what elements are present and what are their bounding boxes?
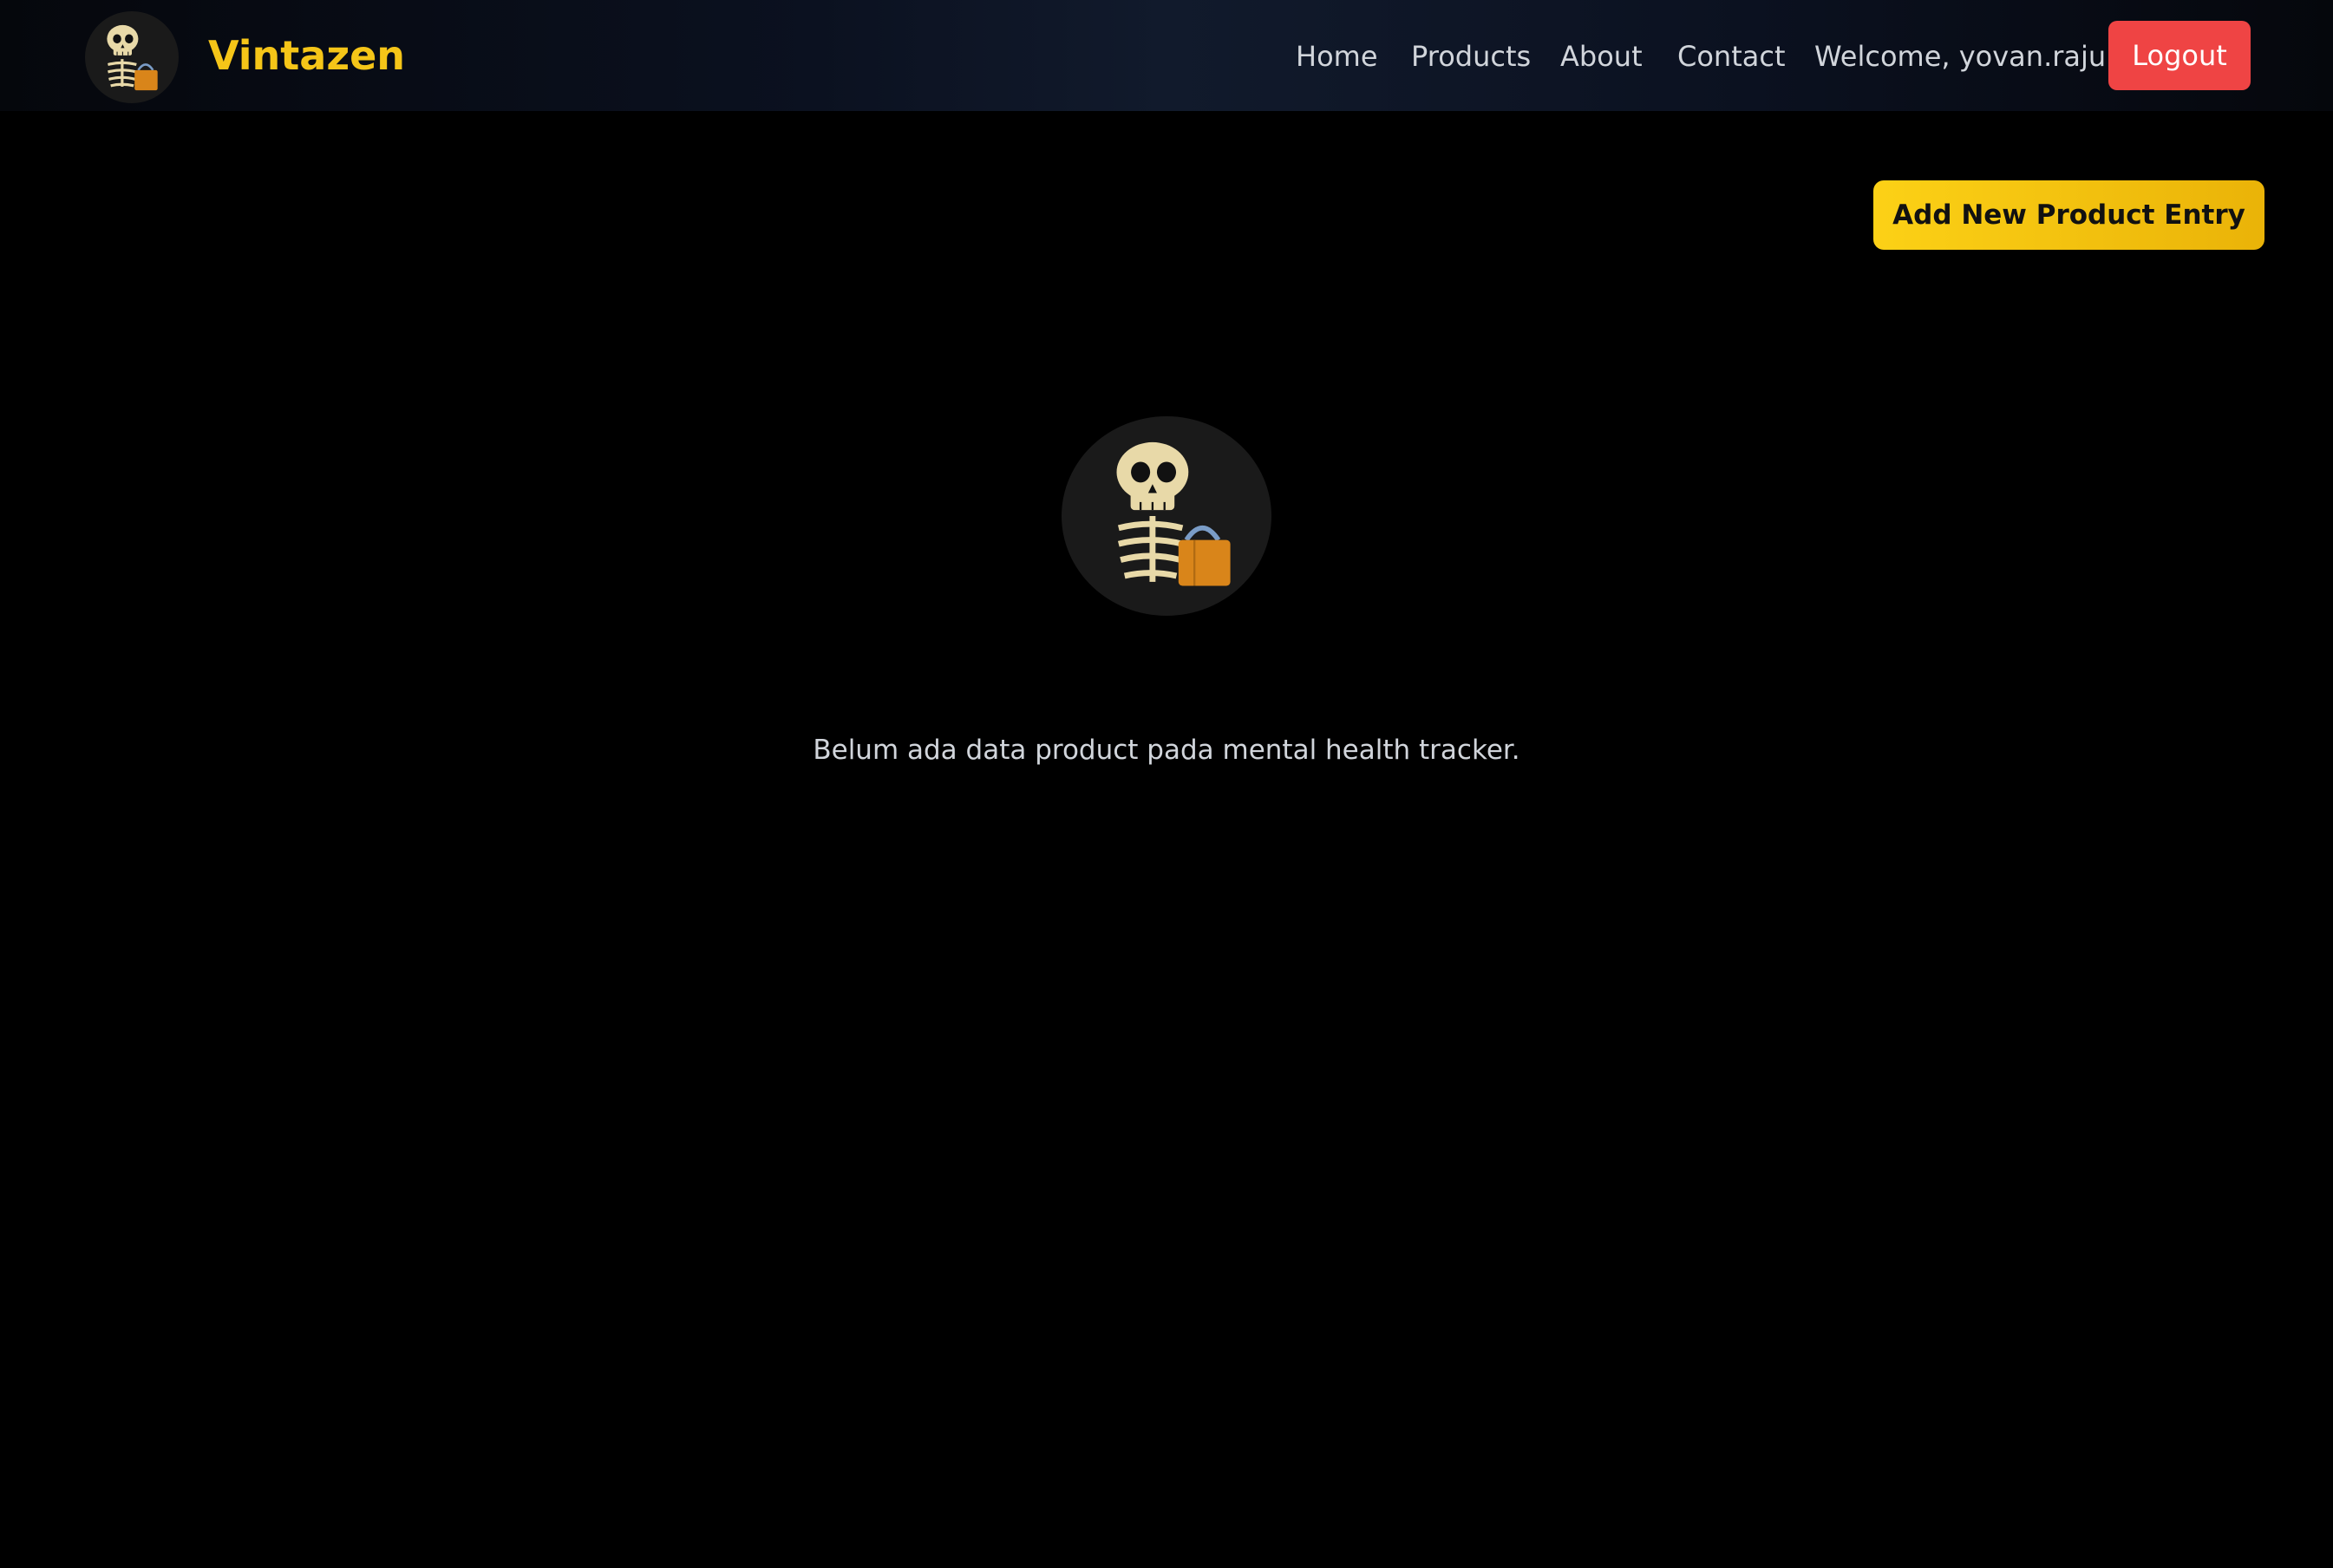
brand-name[interactable]: Vintazen <box>208 28 405 83</box>
nav-link-products[interactable]: Products <box>1411 35 1531 78</box>
nav-link-about[interactable]: About <box>1560 35 1643 78</box>
navbar: Vintazen Home Products About Contact Wel… <box>0 0 2333 111</box>
skeleton-shopping-icon <box>1062 416 1271 616</box>
logout-button[interactable]: Logout <box>2108 21 2251 90</box>
empty-state-message: Belum ada data product pada mental healt… <box>813 735 1520 766</box>
nav-link-contact[interactable]: Contact <box>1677 35 1786 78</box>
brand-logo-icon[interactable] <box>85 11 179 103</box>
nav-link-home[interactable]: Home <box>1296 35 1378 78</box>
add-product-button[interactable]: Add New Product Entry <box>1873 180 2264 250</box>
welcome-text: Welcome, yovan.raju <box>1814 40 2107 73</box>
